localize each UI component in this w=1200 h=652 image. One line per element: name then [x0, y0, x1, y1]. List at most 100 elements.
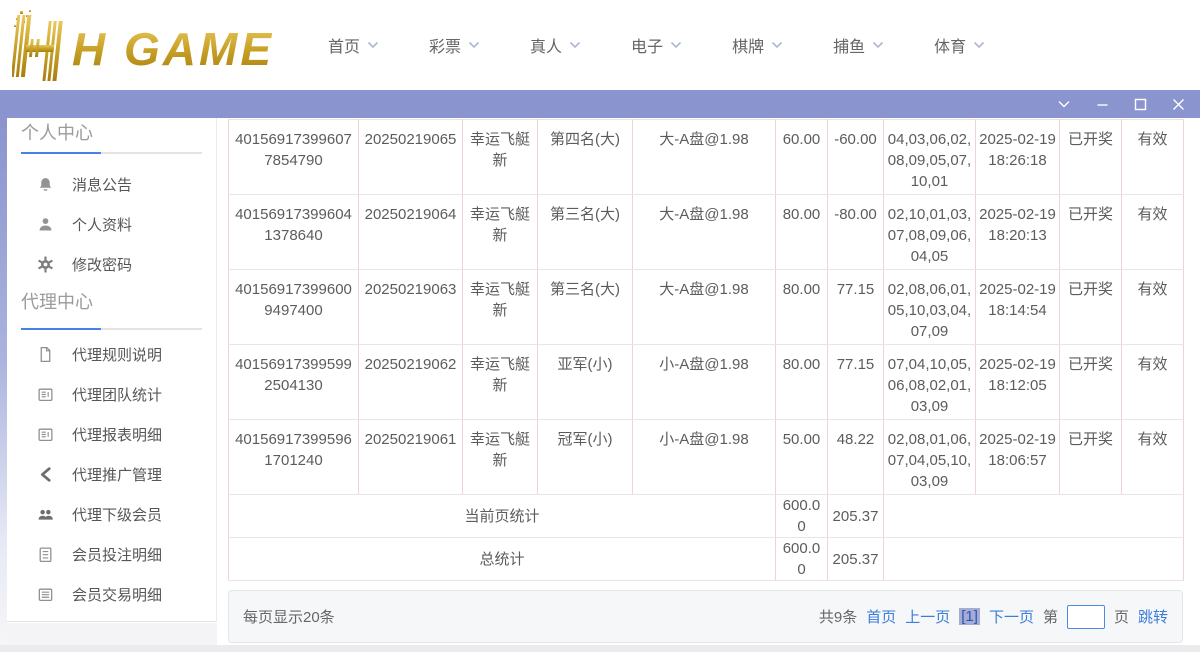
page-size-text: 每页显示20条 — [243, 606, 335, 627]
chevron-down-icon — [670, 41, 682, 49]
nav-item-sports[interactable]: 体育 — [932, 27, 987, 63]
cell-status: 已开奖 — [1060, 420, 1122, 495]
summary-profit: 205.37 — [828, 495, 884, 538]
table-row: 401569173996041378640 20250219064 幸运飞艇新 … — [229, 195, 1184, 270]
cell-result: 07,04,10,05,06,08,02,01,03,09 — [884, 345, 976, 420]
summary-amount: 600.00 — [776, 495, 828, 538]
cell-order-id: 401569173996077854790 — [229, 120, 359, 195]
sidebar-item-agent-rules[interactable]: 代理规则说明 — [7, 334, 216, 374]
window-collapse-button[interactable] — [1052, 93, 1076, 115]
window-maximize-button[interactable] — [1128, 93, 1152, 115]
nav-item-cards[interactable]: 棋牌 — [730, 27, 785, 63]
nav-label: 真人 — [530, 33, 562, 57]
prev-page-link[interactable]: 上一页 — [905, 606, 950, 627]
cell-status: 已开奖 — [1060, 195, 1122, 270]
nav-label: 捕鱼 — [833, 33, 865, 57]
chevron-down-icon — [569, 41, 581, 49]
sidebar-item-member-bet-detail[interactable]: 会员投注明细 — [7, 534, 216, 574]
total-summary-row: 总统计 600.00 205.37 — [229, 538, 1184, 581]
cell-valid: 有效 — [1122, 420, 1184, 495]
section-divider — [21, 152, 202, 154]
file-icon — [37, 346, 54, 363]
main-panel: 401569173996077854790 20250219065 幸运飞艇新 … — [218, 118, 1200, 645]
summary-empty — [884, 495, 1184, 538]
sidebar-item-agent-promotion[interactable]: 代理推广管理 — [7, 454, 216, 494]
chevron-down-icon — [1057, 100, 1071, 109]
cell-result: 02,08,01,06,07,04,05,10,03,09 — [884, 420, 976, 495]
pagination-bar: 每页显示20条 共9条 首页 上一页 [1] 下一页 第 页 跳转 — [228, 590, 1183, 643]
cell-valid: 有效 — [1122, 195, 1184, 270]
cell-bet-type: 亚军(小) — [538, 345, 633, 420]
cell-period: 20250219064 — [359, 195, 463, 270]
table-row: 401569173995992504130 20250219062 幸运飞艇新 … — [229, 345, 1184, 420]
cell-play: 大-A盘@1.98 — [633, 270, 776, 345]
sidebar-item-agent-sub-members[interactable]: 代理下级会员 — [7, 494, 216, 534]
sidebar-item-label: 代理下级会员 — [72, 504, 162, 525]
cell-order-id: 401569173995992504130 — [229, 345, 359, 420]
cell-result: 04,03,06,02,08,09,05,07,10,01 — [884, 120, 976, 195]
cell-play: 小-A盘@1.98 — [633, 345, 776, 420]
cell-time: 2025-02-19 18:14:54 — [976, 270, 1060, 345]
cell-profit: -80.00 — [828, 195, 884, 270]
nav-item-live[interactable]: 真人 — [528, 27, 583, 63]
cell-bet-type: 第四名(大) — [538, 120, 633, 195]
app-window: H GAME 首页 彩票 真人 电子 棋牌 — [0, 0, 1200, 652]
cell-order-id: 401569173995961701240 — [229, 420, 359, 495]
summary-profit: 205.37 — [828, 538, 884, 581]
window-left-frame — [0, 118, 7, 645]
sidebar-item-messages[interactable]: 消息公告 — [7, 164, 216, 204]
sidebar-item-change-password[interactable]: 修改密码 — [7, 244, 216, 284]
summary-empty — [884, 538, 1184, 581]
personal-menu: 消息公告 个人资料 修改密码 — [7, 164, 216, 284]
nav-label: 彩票 — [429, 33, 461, 57]
sidebar-item-agent-report-detail[interactable]: 代理报表明细 — [7, 414, 216, 454]
nav-item-home[interactable]: 首页 — [326, 27, 381, 63]
sidebar-item-label: 修改密码 — [72, 254, 132, 275]
window-bottom-frame — [0, 645, 1200, 652]
sidebar-item-profile[interactable]: 个人资料 — [7, 204, 216, 244]
newspaper-icon — [37, 386, 54, 403]
sidebar-item-label: 代理规则说明 — [72, 344, 162, 365]
sidebar-item-member-transaction-detail[interactable]: 会员交易明细 — [7, 574, 216, 614]
summary-label: 总统计 — [229, 538, 776, 581]
sidebar-item-agent-team-stats[interactable]: 代理团队统计 — [7, 374, 216, 414]
nav-item-slots[interactable]: 电子 — [629, 27, 684, 63]
cell-amount: 80.00 — [776, 345, 828, 420]
close-icon — [1172, 98, 1185, 111]
nav-label: 电子 — [631, 33, 663, 57]
nav-item-lottery[interactable]: 彩票 — [427, 27, 482, 63]
chevron-down-icon — [468, 41, 480, 49]
table-row: 401569173996077854790 20250219065 幸运飞艇新 … — [229, 120, 1184, 195]
cell-bet-type: 第三名(大) — [538, 270, 633, 345]
cell-period: 20250219061 — [359, 420, 463, 495]
gear-icon — [37, 256, 54, 273]
cell-play: 小-A盘@1.98 — [633, 420, 776, 495]
cell-amount: 80.00 — [776, 195, 828, 270]
window-titlebar — [0, 90, 1200, 118]
total-count-text: 共9条 — [819, 606, 857, 627]
sidebar-item-label: 代理团队统计 — [72, 384, 162, 405]
logo-text: H GAME — [72, 23, 274, 75]
current-page-indicator: [1] — [959, 608, 980, 625]
cell-result: 02,08,06,01,05,10,03,04,07,09 — [884, 270, 976, 345]
summary-amount: 600.00 — [776, 538, 828, 581]
first-page-link[interactable]: 首页 — [866, 606, 896, 627]
sidebar-section-personal: 个人中心 — [21, 122, 202, 144]
cell-amount: 80.00 — [776, 270, 828, 345]
cell-status: 已开奖 — [1060, 345, 1122, 420]
cell-time: 2025-02-19 18:12:05 — [976, 345, 1060, 420]
jump-button[interactable]: 跳转 — [1138, 606, 1168, 627]
jump-page-input[interactable] — [1067, 605, 1105, 629]
chevron-down-icon — [771, 41, 783, 49]
cell-period: 20250219063 — [359, 270, 463, 345]
nav-item-fishing[interactable]: 捕鱼 — [831, 27, 886, 63]
list-icon — [37, 546, 54, 563]
cell-profit: 77.15 — [828, 270, 884, 345]
next-page-link[interactable]: 下一页 — [989, 606, 1034, 627]
chevron-down-icon — [973, 41, 985, 49]
cell-time: 2025-02-19 18:20:13 — [976, 195, 1060, 270]
window-minimize-button[interactable] — [1090, 93, 1114, 115]
jump-suffix-label: 页 — [1114, 606, 1129, 627]
window-close-button[interactable] — [1166, 93, 1190, 115]
sidebar: 个人中心 消息公告 个人资料 — [7, 118, 217, 622]
